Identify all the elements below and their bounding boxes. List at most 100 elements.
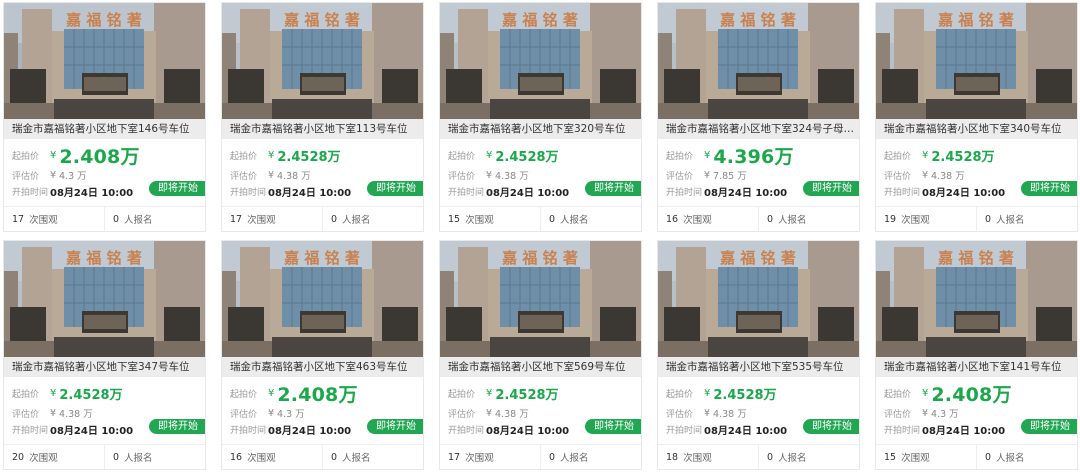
coming-soon-badge[interactable]: 即将开始 (1021, 419, 1077, 434)
listing-photo[interactable]: 嘉 福 铭 著 (658, 3, 859, 119)
views-label: 次围观 (465, 215, 494, 226)
yen-symbol: ¥ (704, 407, 711, 419)
listing-photo[interactable]: 嘉 福 铭 著 (440, 3, 641, 119)
listing-card[interactable]: 嘉 福 铭 著 瑞金市嘉福铭著小区地下室535号车位 起拍价 ¥ 2.4528万… (657, 240, 860, 470)
signup-count: 0 (985, 213, 992, 225)
building-sign-text: 嘉 福 铭 著 (65, 249, 142, 267)
coming-soon-badge[interactable]: 即将开始 (367, 419, 423, 434)
start-price-value: 2.4528万 (495, 387, 559, 403)
start-time-value: 08月24日 10:00 (486, 187, 570, 199)
building-photo: 嘉 福 铭 著 (658, 3, 859, 119)
start-time-label: 开拍时间 (448, 187, 485, 198)
coming-soon-badge[interactable]: 即将开始 (585, 181, 641, 196)
yen-symbol: ¥ (50, 407, 57, 419)
listing-photo[interactable]: 嘉 福 铭 著 (876, 3, 1077, 119)
listing-title[interactable]: 瑞金市嘉福铭著小区地下室347号车位 (4, 357, 205, 377)
coming-soon-badge[interactable]: 即将开始 (803, 181, 859, 196)
listing-title[interactable]: 瑞金市嘉福铭著小区地下室146号车位 (4, 119, 205, 139)
listing-stats: 20 次围观 0 人报名 (4, 444, 205, 469)
signup-label: 人报名 (342, 215, 371, 226)
listing-title[interactable]: 瑞金市嘉福铭著小区地下室324号子母… (658, 119, 859, 139)
signup-label: 人报名 (124, 453, 153, 464)
listing-card[interactable]: 嘉 福 铭 著 瑞金市嘉福铭著小区地下室141号车位 起拍价 ¥ 2.408万 … (875, 240, 1078, 470)
listing-title[interactable]: 瑞金市嘉福铭著小区地下室535号车位 (658, 357, 859, 377)
eval-price-label: 评估价 (230, 171, 258, 182)
listing-title[interactable]: 瑞金市嘉福铭著小区地下室113号车位 (222, 119, 423, 139)
signup-label: 人报名 (996, 453, 1025, 464)
listing-card[interactable]: 嘉 福 铭 著 瑞金市嘉福铭著小区地下室146号车位 起拍价 ¥ 2.408万 … (3, 2, 206, 232)
start-price-row: 起拍价 ¥ 2.408万 (230, 381, 423, 406)
building-photo: 嘉 福 铭 著 (4, 3, 205, 119)
start-time-value: 08月24日 10:00 (50, 425, 134, 437)
views-stat: 18 次围观 (658, 445, 758, 469)
signup-stat: 0 人报名 (104, 207, 205, 231)
building-sign-text: 嘉 福 铭 著 (501, 249, 578, 267)
signup-stat: 0 人报名 (758, 207, 859, 231)
start-price-value: 4.396万 (713, 145, 794, 168)
listing-title[interactable]: 瑞金市嘉福铭著小区地下室320号车位 (440, 119, 641, 139)
eval-price-value: 4.38 万 (713, 409, 747, 420)
signup-label: 人报名 (996, 215, 1025, 226)
eval-price-label: 评估价 (666, 171, 694, 182)
signup-label: 人报名 (778, 453, 807, 464)
listing-card[interactable]: 嘉 福 铭 著 瑞金市嘉福铭著小区地下室569号车位 起拍价 ¥ 2.4528万… (439, 240, 642, 470)
building-sign-text: 嘉 福 铭 著 (65, 11, 142, 29)
listing-title[interactable]: 瑞金市嘉福铭著小区地下室340号车位 (876, 119, 1077, 139)
building-sign-text: 嘉 福 铭 著 (283, 249, 360, 267)
listing-card[interactable]: 嘉 福 铭 著 瑞金市嘉福铭著小区地下室320号车位 起拍价 ¥ 2.4528万… (439, 2, 642, 232)
listing-stats: 15 次围观 0 人报名 (876, 444, 1077, 469)
listing-photo[interactable]: 嘉 福 铭 著 (4, 3, 205, 119)
start-price-label: 起拍价 (230, 151, 258, 162)
start-time-value: 08月24日 10:00 (704, 187, 788, 199)
views-count: 16 (230, 451, 243, 463)
listing-card[interactable]: 嘉 福 铭 著 瑞金市嘉福铭著小区地下室463号车位 起拍价 ¥ 2.408万 … (221, 240, 424, 470)
listing-photo[interactable]: 嘉 福 铭 著 (440, 241, 641, 357)
start-price-value: 2.408万 (277, 383, 358, 406)
eval-price-label: 评估价 (666, 409, 694, 420)
yen-symbol: ¥ (922, 387, 929, 399)
signup-count: 0 (767, 451, 774, 463)
listing-card[interactable]: 嘉 福 铭 著 瑞金市嘉福铭著小区地下室347号车位 起拍价 ¥ 2.4528万… (3, 240, 206, 470)
listing-photo[interactable]: 嘉 福 铭 著 (222, 241, 423, 357)
listing-card[interactable]: 嘉 福 铭 著 瑞金市嘉福铭著小区地下室324号子母… 起拍价 ¥ 4.396万… (657, 2, 860, 232)
start-time-value: 08月24日 10:00 (50, 187, 134, 199)
listing-title[interactable]: 瑞金市嘉福铭著小区地下室141号车位 (876, 357, 1077, 377)
start-price-value: 2.4528万 (277, 149, 341, 165)
start-price-label: 起拍价 (666, 389, 694, 400)
coming-soon-badge[interactable]: 即将开始 (367, 181, 423, 196)
eval-price-value: 4.3 万 (59, 171, 87, 182)
views-label: 次围观 (29, 215, 58, 226)
signup-count: 0 (113, 451, 120, 463)
coming-soon-badge[interactable]: 即将开始 (585, 419, 641, 434)
signup-count: 0 (549, 213, 556, 225)
listing-stats: 17 次围观 0 人报名 (440, 444, 641, 469)
listing-photo[interactable]: 嘉 福 铭 著 (658, 241, 859, 357)
listing-card[interactable]: 嘉 福 铭 著 瑞金市嘉福铭著小区地下室113号车位 起拍价 ¥ 2.4528万… (221, 2, 424, 232)
coming-soon-badge[interactable]: 即将开始 (149, 419, 205, 434)
eval-price-label: 评估价 (448, 171, 476, 182)
start-price-label: 起拍价 (884, 389, 912, 400)
start-time-label: 开拍时间 (230, 425, 267, 436)
views-count: 16 (666, 213, 679, 225)
signup-label: 人报名 (124, 215, 153, 226)
views-stat: 15 次围观 (440, 207, 540, 231)
signup-count: 0 (549, 451, 556, 463)
coming-soon-badge[interactable]: 即将开始 (149, 181, 205, 196)
listing-photo[interactable]: 嘉 福 铭 著 (876, 241, 1077, 357)
eval-price-label: 评估价 (884, 171, 912, 182)
coming-soon-badge[interactable]: 即将开始 (803, 419, 859, 434)
listing-photo[interactable]: 嘉 福 铭 著 (4, 241, 205, 357)
listing-stats: 16 次围观 0 人报名 (658, 206, 859, 231)
listing-card[interactable]: 嘉 福 铭 著 瑞金市嘉福铭著小区地下室340号车位 起拍价 ¥ 2.4528万… (875, 2, 1078, 232)
signup-stat: 0 人报名 (758, 445, 859, 469)
coming-soon-badge[interactable]: 即将开始 (1021, 181, 1077, 196)
listing-title[interactable]: 瑞金市嘉福铭著小区地下室463号车位 (222, 357, 423, 377)
views-stat: 17 次围观 (4, 207, 104, 231)
yen-symbol: ¥ (268, 149, 275, 161)
yen-symbol: ¥ (268, 407, 275, 419)
building-photo: 嘉 福 铭 著 (440, 3, 641, 119)
listing-photo[interactable]: 嘉 福 铭 著 (222, 3, 423, 119)
listing-title[interactable]: 瑞金市嘉福铭著小区地下室569号车位 (440, 357, 641, 377)
yen-symbol: ¥ (922, 169, 929, 181)
start-price-label: 起拍价 (448, 151, 476, 162)
